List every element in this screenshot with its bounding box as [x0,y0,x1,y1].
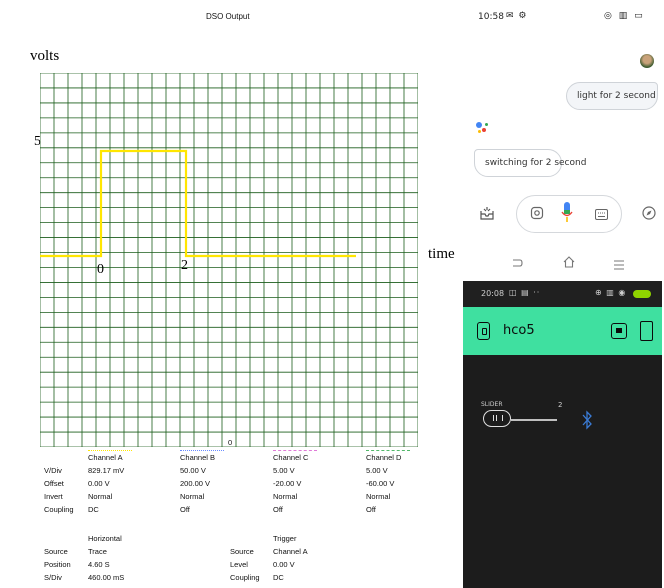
user-message-bubble: light for 2 second [566,82,658,110]
table-cell: Normal [180,492,205,501]
x-tick-2: 2 [181,258,188,273]
row-label: Offset [44,479,64,488]
table-cell: 829.17 mV [88,466,125,475]
table-cell: 0.00 V [273,560,295,569]
slider-label: SLIDER [481,401,503,408]
row-label: Invert [44,492,63,501]
row-label: Coupling [44,505,74,514]
back-icon[interactable] [511,256,523,268]
row-label: Level [230,560,248,569]
table-cell: Off [366,505,376,514]
row-label: Source [44,547,68,556]
y-axis-label: volts [30,48,60,64]
scope-grid [40,73,418,447]
trace-polyline [40,149,356,258]
table-cell: Off [180,505,190,514]
app-header: hco5 [463,307,662,355]
slider-handle[interactable] [483,410,511,427]
channel-d-header: Channel D [366,453,402,462]
table-cell: -60.00 V [366,479,395,488]
table-cell: 50.00 V [180,466,206,475]
x-axis-label: time [428,246,455,262]
slider-value: 2 [558,401,563,409]
compass-icon[interactable] [642,206,656,220]
status-time: 10:58 [478,12,504,22]
menu-icon[interactable] [613,257,625,270]
table-cell: Off [273,505,283,514]
home-icon[interactable] [562,255,576,269]
bluetooth-icon[interactable] [581,410,593,430]
channel-a-marker [88,450,132,451]
app-screen: 20:08 ◫ ▤ ·· ⊕ ▥ ◉ hco5 SLIDER 2 [463,281,662,588]
channel-b-marker [180,450,224,451]
app-status-right-icons: ⊕ ▥ ◉ [595,288,627,297]
bottom-zero-label: 0 [228,438,233,447]
app-title: hco5 [503,323,535,338]
table-cell: Normal [366,492,391,501]
assistant-reply-bubble: switching for 2 second [474,149,586,177]
assistant-dots-icon [476,122,490,134]
status-icons: ✉ ⚙ [506,11,528,21]
table-cell: Normal [273,492,298,501]
table-cell: DC [88,505,99,514]
channel-c-marker [273,450,317,451]
mic-icon[interactable] [561,201,573,225]
status-right-icons: ◎ ▥ ▭ [604,11,645,21]
trigger-title: Trigger [273,534,297,543]
slider-track[interactable] [511,419,557,421]
slider-grip-icon [493,415,503,421]
row-label: V/Div [44,466,62,475]
inbox-icon[interactable] [480,206,494,220]
table-cell: Trace [88,547,107,556]
channel-a-header: Channel A [88,453,123,462]
play-icon[interactable] [611,323,627,339]
row-label: S/Div [44,573,62,582]
scope-plot [40,73,418,447]
trace-line [40,149,356,258]
table-cell: 5.00 V [273,466,295,475]
lens-icon[interactable] [530,206,544,220]
x-tick-0: 0 [97,262,104,277]
avatar[interactable] [640,54,654,68]
user-message-text: light for 2 second [577,91,656,101]
table-cell: 0.00 V [88,479,110,488]
keyboard-icon[interactable] [595,207,608,220]
table-cell: 4.60 S [88,560,110,569]
table-cell: 460.00 mS [88,573,125,582]
scope-window-title: DSO Output [206,12,250,21]
assistant-reply-text: switching for 2 second [485,158,587,168]
horizontal-title: Horizontal [88,534,122,543]
app-status-bar: 20:08 ◫ ▤ ·· ⊕ ▥ ◉ [463,281,662,307]
channel-c-header: Channel C [273,453,309,462]
phone-frame-icon[interactable] [640,321,653,341]
channel-b-header: Channel B [180,453,216,462]
table-cell: 200.00 V [180,479,211,488]
app-battery-icon [633,290,651,298]
table-cell: 5.00 V [366,466,388,475]
table-cell: -20.00 V [273,479,302,488]
app-status-icons: ◫ ▤ ·· [509,288,541,297]
app-status-time: 20:08 [481,289,505,298]
table-cell: DC [273,573,284,582]
row-label: Position [44,560,71,569]
channel-d-marker [366,450,410,451]
table-cell: Normal [88,492,113,501]
row-label: Source [230,547,254,556]
device-icon[interactable] [477,322,490,340]
table-cell: Channel A [273,547,308,556]
row-label: Coupling [230,573,260,582]
